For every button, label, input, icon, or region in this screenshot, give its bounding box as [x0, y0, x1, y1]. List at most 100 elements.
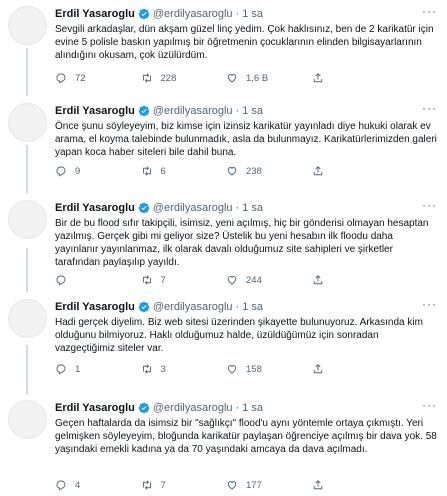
- more-icon[interactable]: ···: [422, 399, 437, 411]
- retweet-button[interactable]: 6: [141, 165, 227, 177]
- author-handle[interactable]: @erdilyasaroglu: [153, 301, 233, 313]
- reply-button[interactable]: [55, 274, 141, 286]
- like-button[interactable]: 244: [226, 274, 312, 286]
- share-icon: [313, 73, 322, 83]
- tweet-text: Bir de bu flood sıfır takipçili, isimsiz…: [55, 218, 429, 268]
- reply-count: 9: [75, 165, 81, 177]
- tweet-actions: 9 6 238: [55, 163, 397, 179]
- reply-button[interactable]: 4: [55, 479, 141, 491]
- avatar[interactable]: [8, 6, 47, 45]
- retweet-button[interactable]: 7: [141, 274, 227, 286]
- retweet-count: 6: [160, 165, 166, 177]
- tweet-header: Erdil Yasaroglu @erdilyasaroglu · 1 sa: [55, 400, 437, 416]
- thread-line: [26, 345, 28, 395]
- reply-icon: [56, 480, 66, 491]
- tweet-time[interactable]: 1 sa: [242, 202, 263, 214]
- author-name[interactable]: Erdil Yasaroglu: [55, 8, 135, 20]
- avatar[interactable]: [8, 103, 47, 142]
- retweet-icon: [142, 364, 151, 374]
- separator-dot: ·: [235, 301, 240, 313]
- retweet-count: 3: [160, 363, 166, 375]
- share-button[interactable]: [312, 72, 398, 84]
- like-button[interactable]: 1,6 B: [226, 72, 312, 84]
- reply-button[interactable]: 9: [55, 165, 141, 177]
- tweet-actions: 7 244: [55, 272, 397, 288]
- tweet-text: Sevgili arkadaşlar, dün akşam güzel linç…: [55, 24, 434, 61]
- share-button[interactable]: [312, 274, 398, 286]
- like-icon: [227, 365, 237, 374]
- more-icon[interactable]: ···: [422, 102, 437, 114]
- thread-line: [26, 48, 28, 96]
- reply-icon: [56, 166, 66, 177]
- tweet-time[interactable]: 1 sa: [242, 301, 263, 313]
- separator-dot: ·: [235, 8, 240, 20]
- reply-count: 72: [75, 72, 86, 84]
- tweet-header: Erdil Yasaroglu @erdilyasaroglu · 1 sa: [55, 6, 437, 22]
- reply-icon: [56, 275, 66, 286]
- more-icon[interactable]: ···: [422, 298, 437, 310]
- tweet-thread: Erdil Yasaroglu @erdilyasaroglu · 1 sa ·…: [0, 0, 447, 496]
- verified-badge-icon: [138, 402, 150, 414]
- avatar[interactable]: [8, 299, 47, 338]
- reply-icon: [56, 364, 66, 375]
- tweet-actions: 1 3 158: [55, 361, 397, 377]
- share-button[interactable]: [312, 165, 398, 177]
- tweet-actions: 72 228 1,6 B: [55, 70, 397, 86]
- share-button[interactable]: [312, 479, 398, 491]
- retweet-icon: [142, 73, 151, 83]
- like-button[interactable]: 158: [226, 363, 312, 375]
- reply-icon: [56, 73, 66, 84]
- like-count: 1,6 B: [246, 72, 269, 84]
- retweet-icon: [142, 480, 151, 490]
- more-icon[interactable]: ···: [422, 5, 437, 17]
- tweet-time[interactable]: 1 sa: [242, 8, 263, 20]
- share-icon: [313, 166, 322, 176]
- like-button[interactable]: 238: [226, 165, 312, 177]
- author-handle[interactable]: @erdilyasaroglu: [153, 105, 233, 117]
- like-count: 177: [246, 479, 262, 491]
- author-handle[interactable]: @erdilyasaroglu: [153, 402, 233, 414]
- tweet-actions: 4 7 177: [55, 477, 397, 493]
- author-name[interactable]: Erdil Yasaroglu: [55, 402, 135, 414]
- share-icon: [313, 480, 322, 490]
- like-button[interactable]: 177: [226, 479, 312, 491]
- retweet-count: 7: [160, 274, 166, 286]
- tweet-text: Geçen haftalarda da isimsiz bir "sağlıkç…: [55, 418, 437, 455]
- like-icon: [227, 276, 237, 285]
- verified-badge-icon: [138, 105, 150, 117]
- tweet-time[interactable]: 1 sa: [242, 105, 263, 117]
- like-icon: [227, 167, 237, 176]
- reply-button[interactable]: 1: [55, 363, 141, 375]
- share-button[interactable]: [312, 363, 398, 375]
- retweet-button[interactable]: 3: [141, 363, 227, 375]
- avatar[interactable]: [8, 200, 47, 239]
- share-icon: [313, 364, 322, 374]
- author-name[interactable]: Erdil Yasaroglu: [55, 105, 135, 117]
- separator-dot: ·: [235, 105, 240, 117]
- like-count: 238: [246, 165, 262, 177]
- tweet-text: Önce şunu söyleyeyim, biz kimse için izi…: [55, 121, 437, 158]
- tweet-header: Erdil Yasaroglu @erdilyasaroglu · 1 sa: [55, 200, 437, 216]
- reply-button[interactable]: 72: [55, 72, 141, 84]
- verified-badge-icon: [138, 301, 150, 313]
- author-name[interactable]: Erdil Yasaroglu: [55, 301, 135, 313]
- author-handle[interactable]: @erdilyasaroglu: [153, 8, 233, 20]
- retweet-button[interactable]: 7: [141, 479, 227, 491]
- author-handle[interactable]: @erdilyasaroglu: [153, 202, 233, 214]
- thread-line: [26, 248, 28, 292]
- more-icon[interactable]: ···: [422, 199, 437, 211]
- thread-line: [26, 145, 28, 193]
- tweet-header: Erdil Yasaroglu @erdilyasaroglu · 1 sa: [55, 299, 437, 315]
- like-icon: [227, 481, 237, 490]
- tweet-time[interactable]: 1 sa: [242, 402, 263, 414]
- verified-badge-icon: [138, 8, 150, 20]
- share-icon: [313, 275, 322, 285]
- author-name[interactable]: Erdil Yasaroglu: [55, 202, 135, 214]
- retweet-button[interactable]: 228: [141, 72, 227, 84]
- separator-dot: ·: [235, 202, 240, 214]
- avatar[interactable]: [8, 400, 47, 439]
- like-icon: [227, 74, 237, 83]
- retweet-count: 7: [160, 479, 166, 491]
- like-count: 244: [246, 274, 262, 286]
- reply-count: 1: [75, 363, 81, 375]
